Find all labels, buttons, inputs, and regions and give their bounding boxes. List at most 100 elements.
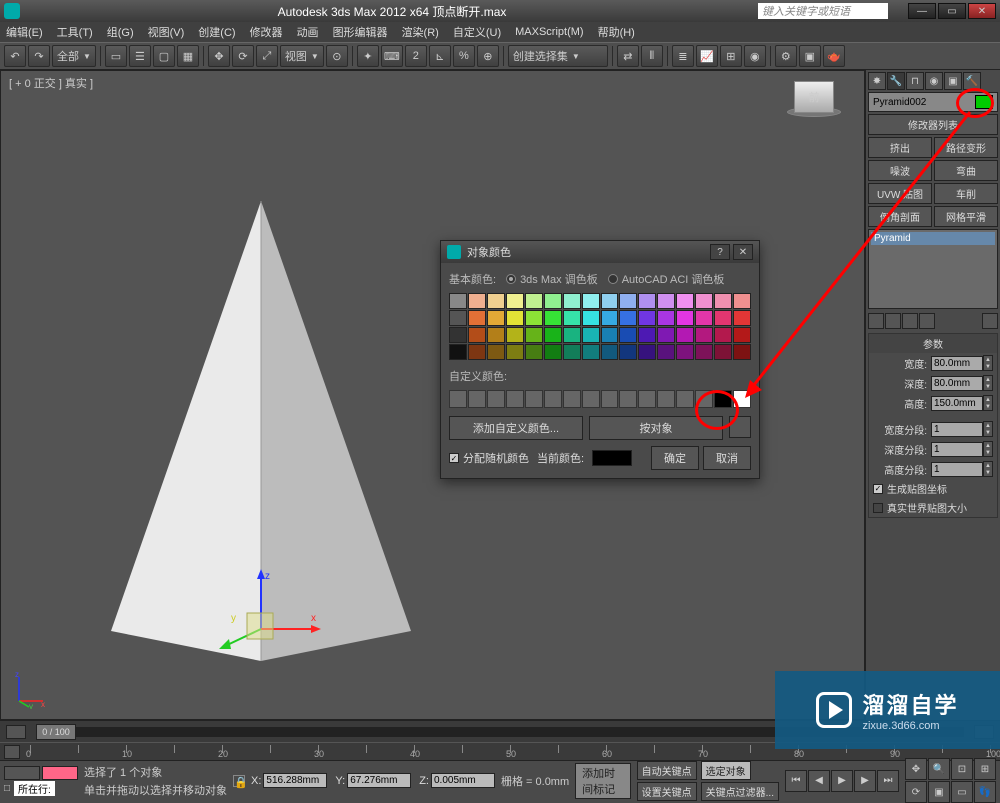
custom-swatch[interactable]	[544, 390, 562, 408]
window-crossing-button[interactable]: ▦	[177, 45, 199, 67]
max-palette-radio[interactable]: 3ds Max 调色板	[506, 271, 598, 287]
line-label[interactable]: 所在行:	[14, 781, 55, 796]
palette-swatch[interactable]	[733, 327, 751, 343]
nav-pan-button[interactable]: ✥	[905, 758, 927, 780]
palette-swatch[interactable]	[525, 327, 543, 343]
maximize-button[interactable]: ▭	[938, 3, 966, 19]
palette-swatch[interactable]	[714, 293, 732, 309]
custom-swatch[interactable]	[714, 390, 732, 408]
add-custom-button[interactable]: 添加自定义颜色...	[449, 416, 583, 440]
custom-color-row[interactable]	[449, 390, 751, 408]
dialog-titlebar[interactable]: 对象颜色 ? ✕	[441, 241, 759, 263]
params-header[interactable]: 参数	[869, 334, 997, 353]
palette-swatch[interactable]	[506, 344, 524, 360]
palette-swatch[interactable]	[582, 327, 600, 343]
mod-pathdeform[interactable]: 路径变形	[934, 137, 998, 158]
palette-swatch[interactable]	[601, 310, 619, 326]
palette-swatch[interactable]	[695, 310, 713, 326]
custom-swatch[interactable]	[525, 390, 543, 408]
custom-swatch[interactable]	[506, 390, 524, 408]
custom-swatch[interactable]	[638, 390, 656, 408]
modifier-list-dropdown[interactable]: 修改器列表	[868, 114, 998, 135]
menu-maxscript[interactable]: MAXScript(M)	[515, 26, 583, 38]
curve-editor-button[interactable]: 📈	[696, 45, 718, 67]
remove-icon[interactable]	[919, 313, 935, 329]
goto-end-button[interactable]: ⏭	[877, 770, 899, 792]
palette-swatch[interactable]	[695, 293, 713, 309]
menu-create[interactable]: 创建(C)	[198, 24, 235, 40]
mirror-button[interactable]: ⇄	[617, 45, 639, 67]
menu-animation[interactable]: 动画	[297, 24, 319, 40]
custom-swatch[interactable]	[582, 390, 600, 408]
palette-swatch[interactable]	[449, 344, 467, 360]
menu-render[interactable]: 渲染(R)	[402, 24, 439, 40]
goto-start-button[interactable]: ⏮	[785, 770, 807, 792]
addtag-button[interactable]: 添加时间标记	[575, 763, 631, 799]
custom-swatch[interactable]	[449, 390, 467, 408]
selection-filter[interactable]: 全部▼	[52, 45, 96, 67]
palette-swatch[interactable]	[582, 310, 600, 326]
tab-hierarchy[interactable]: ⊓	[906, 72, 924, 90]
ok-button[interactable]: 确定	[651, 446, 699, 470]
palette-swatch[interactable]	[676, 293, 694, 309]
palette-swatch[interactable]	[619, 327, 637, 343]
undo-button[interactable]: ↶	[4, 45, 26, 67]
palette-swatch[interactable]	[657, 344, 675, 360]
move-button[interactable]: ✥	[208, 45, 230, 67]
prev-frame-button[interactable]: ◀	[808, 770, 830, 792]
palette-swatch[interactable]	[657, 293, 675, 309]
trackbar-open-icon[interactable]	[4, 745, 20, 759]
tab-modify[interactable]: 🔧	[887, 72, 905, 90]
palette-swatch[interactable]	[676, 327, 694, 343]
mod-noise[interactable]: 噪波	[868, 160, 932, 181]
autokey-button[interactable]: 自动关键点	[637, 761, 697, 780]
layer-button[interactable]: ≣	[672, 45, 694, 67]
setkey-button[interactable]: 设置关键点	[637, 782, 697, 801]
unique-icon[interactable]	[902, 313, 918, 329]
named-selset[interactable]: 创建选择集▼	[508, 45, 608, 67]
palette-swatch[interactable]	[638, 310, 656, 326]
keyfilter-button[interactable]: 关键点过滤器...	[701, 782, 779, 801]
palette-swatch[interactable]	[619, 344, 637, 360]
snap-spinner-button[interactable]: ⊕	[477, 45, 499, 67]
palette-swatch[interactable]	[619, 310, 637, 326]
palette-swatch[interactable]	[657, 310, 675, 326]
palette-swatch[interactable]	[487, 327, 505, 343]
genmap-checkbox[interactable]: ✓生成贴图坐标	[869, 479, 997, 498]
custom-swatch[interactable]	[695, 390, 713, 408]
palette-swatch[interactable]	[676, 344, 694, 360]
cancel-button[interactable]: 取消	[703, 446, 751, 470]
viewport-label[interactable]: [ + 0 正交 ] 真实 ]	[9, 75, 93, 91]
palette-swatch[interactable]	[525, 310, 543, 326]
object-name-field[interactable]: Pyramid002	[868, 92, 998, 112]
help-search-input[interactable]: 键入关键字或短语	[758, 3, 888, 19]
mod-extrude[interactable]: 挤出	[868, 137, 932, 158]
menu-help[interactable]: 帮助(H)	[598, 24, 635, 40]
palette-swatch[interactable]	[449, 310, 467, 326]
nav-zoom-button[interactable]: 🔍	[928, 758, 950, 780]
palette-swatch[interactable]	[468, 293, 486, 309]
pin-stack-icon[interactable]	[868, 313, 884, 329]
palette-swatch[interactable]	[468, 344, 486, 360]
palette-swatch[interactable]	[733, 310, 751, 326]
viewcube[interactable]: 前	[784, 81, 844, 129]
lock-icon[interactable]: 🔒	[233, 775, 245, 787]
palette-swatch[interactable]	[563, 327, 581, 343]
palette-swatch[interactable]	[544, 310, 562, 326]
close-button[interactable]: ✕	[968, 3, 996, 19]
select-button[interactable]: ▭	[105, 45, 127, 67]
timeline-prev-icon[interactable]	[6, 725, 26, 739]
assign-random-checkbox[interactable]: ✓分配随机颜色	[449, 450, 529, 466]
palette-swatch[interactable]	[449, 327, 467, 343]
custom-swatch[interactable]	[601, 390, 619, 408]
menu-graph[interactable]: 图形编辑器	[333, 24, 388, 40]
custom-swatch[interactable]	[657, 390, 675, 408]
custom-swatch[interactable]	[676, 390, 694, 408]
render-setup-button[interactable]: ⚙	[775, 45, 797, 67]
custom-swatch[interactable]	[619, 390, 637, 408]
palette-swatch[interactable]	[638, 327, 656, 343]
palette-swatch[interactable]	[676, 310, 694, 326]
show-end-icon[interactable]	[885, 313, 901, 329]
palette-swatch[interactable]	[657, 327, 675, 343]
wseg-spinner[interactable]: ▲▼	[931, 421, 993, 437]
